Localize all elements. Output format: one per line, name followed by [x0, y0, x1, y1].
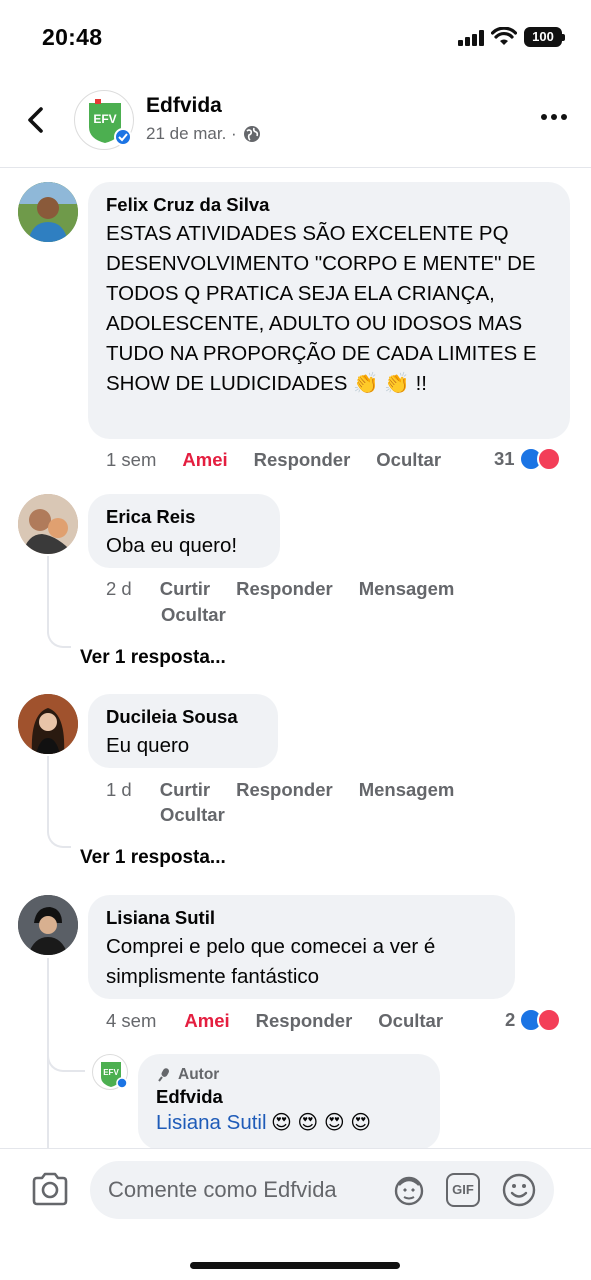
emoji-text: 😍 😍 😍 😍 [271, 1112, 372, 1134]
hide-button[interactable]: Ocultar [376, 449, 441, 471]
hide-button[interactable]: Ocultar [161, 604, 226, 626]
cellular-signal-icon [458, 30, 484, 46]
comment-input-placeholder: Comente como Edfvida [108, 1177, 337, 1202]
comment-author[interactable]: Erica Reis [106, 506, 262, 528]
avatar-sticker-icon[interactable] [392, 1173, 426, 1207]
reply-button[interactable]: Responder [254, 449, 351, 471]
person-photo-icon [18, 494, 78, 554]
comment-text: Eu quero [106, 734, 190, 757]
comment-actions: 1 d Curtir Responder Mensagem [106, 779, 454, 801]
comment-input[interactable]: Comente como Edfvida GIF [90, 1161, 554, 1219]
comment-bubble: Felix Cruz da Silva ESTAS ATIVIDADES SÃO… [88, 182, 570, 439]
mention-link[interactable]: Lisiana Sutil [156, 1111, 267, 1134]
comment-time: 4 sem [106, 1010, 157, 1031]
commenter-avatar[interactable] [18, 182, 78, 242]
svg-text:EFV: EFV [93, 112, 116, 126]
person-photo-icon [18, 895, 78, 955]
comment-actions-second-row: Ocultar [160, 804, 225, 826]
comment-actions: 4 sem Amei Responder Ocultar [106, 1010, 443, 1032]
comment-text: Comprei e pelo que comecei a ver é simpl… [106, 935, 436, 988]
svg-text:EFV: EFV [103, 1068, 119, 1077]
commenter-avatar[interactable] [18, 895, 78, 955]
view-replies-link[interactable]: Ver 1 resposta... [80, 647, 226, 669]
comment-composer: Comente como Edfvida GIF [0, 1148, 591, 1280]
camera-icon[interactable] [30, 1171, 70, 1207]
page-avatar[interactable]: EFV [74, 90, 134, 150]
love-reaction-icon [537, 1008, 562, 1032]
post-date: 21 de mar. · [146, 124, 261, 144]
reaction-count: 2 [505, 1009, 516, 1030]
reply-button[interactable]: Responder [256, 1010, 353, 1032]
efv-logo-icon: EFV [101, 1062, 128, 1089]
gif-button[interactable]: GIF [446, 1173, 480, 1207]
person-photo-icon [18, 694, 78, 754]
thread-line [47, 1040, 85, 1072]
comment-actions: 1 sem Amei Responder Ocultar [106, 449, 441, 471]
reaction-summary[interactable]: 31 [494, 447, 561, 471]
comment-bubble: Erica Reis Oba eu quero! [88, 494, 280, 568]
like-button[interactable]: Curtir [160, 779, 210, 801]
reply-author[interactable]: Edfvida [156, 1086, 422, 1108]
emoji-icon[interactable] [502, 1173, 536, 1207]
like-button[interactable]: Curtir [160, 578, 210, 600]
person-photo-icon [18, 182, 78, 242]
battery-icon: 100 [524, 27, 565, 47]
wifi-icon [491, 27, 517, 45]
reply-avatar[interactable]: EFV [92, 1054, 128, 1090]
love-reaction-button[interactable]: Amei [184, 1010, 229, 1032]
comment-actions: 2 d Curtir Responder Mensagem [106, 578, 454, 600]
reply-bubble: Autor Edfvida Lisiana Sutil 😍 😍 😍 😍 [138, 1054, 440, 1150]
message-button[interactable]: Mensagem [359, 779, 455, 801]
comment-bubble: Ducileia Sousa Eu quero [88, 694, 278, 768]
status-time: 20:48 [42, 24, 103, 50]
more-options-icon[interactable] [540, 112, 568, 122]
comment-author[interactable]: Ducileia Sousa [106, 706, 260, 728]
comment-author[interactable]: Lisiana Sutil [106, 907, 497, 929]
reaction-count: 31 [494, 448, 515, 469]
home-indicator [190, 1262, 400, 1269]
commenter-avatar[interactable] [18, 494, 78, 554]
post-date-text: 21 de mar. · [146, 124, 237, 143]
love-reaction-icon [536, 447, 561, 471]
commenter-avatar[interactable] [18, 694, 78, 754]
comment-actions-second-row: Ocultar [161, 604, 226, 626]
thread-line [47, 556, 71, 648]
page-name[interactable]: Edfvida [146, 94, 222, 118]
message-button[interactable]: Mensagem [359, 578, 455, 600]
comment-author[interactable]: Felix Cruz da Silva [106, 194, 552, 216]
comment-text: Oba eu quero! [106, 534, 238, 557]
comment-time: 2 d [106, 578, 132, 599]
thread-line [47, 756, 71, 848]
globe-icon [243, 126, 260, 142]
comment-time: 1 sem [106, 449, 157, 470]
efv-logo-icon: EFV [89, 99, 132, 146]
comment-text: ESTAS ATIVIDADES SÃO EXCELENTE PQ DESENV… [106, 222, 537, 395]
love-reaction-button[interactable]: Amei [182, 449, 227, 471]
status-bar: 20:48 100 [0, 0, 591, 70]
microphone-icon [158, 1068, 169, 1082]
post-header: EFV Edfvida 21 de mar. · [0, 82, 591, 168]
comment-time: 1 d [106, 779, 132, 800]
reply-button[interactable]: Responder [236, 578, 333, 600]
view-replies-link[interactable]: Ver 1 resposta... [80, 847, 226, 869]
author-badge-label: Autor [178, 1066, 220, 1083]
reaction-summary[interactable]: 2 [505, 1008, 562, 1032]
reply-button[interactable]: Responder [236, 779, 333, 801]
comment-bubble: Lisiana Sutil Comprei e pelo que comecei… [88, 895, 515, 999]
author-badge: Autor [156, 1066, 422, 1084]
hide-button[interactable]: Ocultar [378, 1010, 443, 1032]
back-arrow-icon[interactable] [22, 104, 50, 136]
hide-button[interactable]: Ocultar [160, 804, 225, 826]
